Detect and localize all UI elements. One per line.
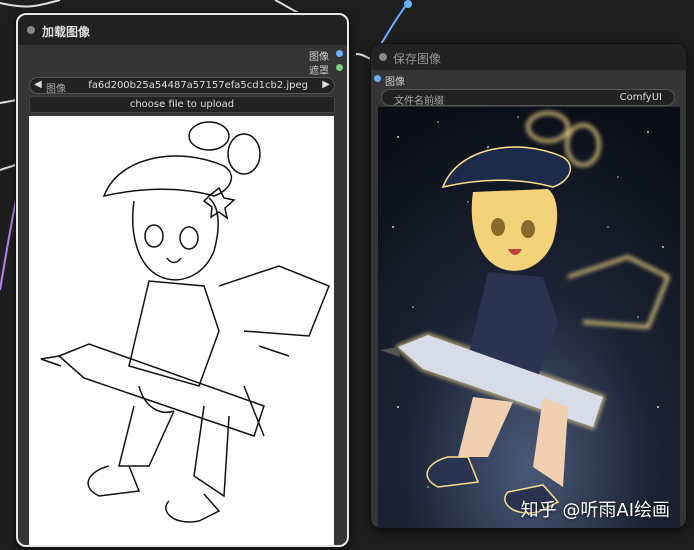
output-image-socket[interactable] — [336, 50, 343, 57]
filename-prefix-field[interactable]: 文件名前缀 ComfyUI — [381, 89, 675, 107]
output-image-label: 图像 — [309, 52, 329, 63]
rendered-illustration — [378, 107, 680, 528]
collapse-dot-icon[interactable] — [379, 53, 387, 61]
next-image-arrow-icon[interactable]: ▶ — [322, 79, 330, 90]
filename-prefix-value: ComfyUI — [619, 92, 662, 103]
wire-left-1 — [0, 99, 17, 104]
save-image-title: 保存图像 — [393, 52, 442, 66]
upload-button[interactable]: choose file to upload — [29, 96, 335, 113]
image-selector-label: 图像 — [46, 84, 66, 95]
wire-left-purple — [0, 199, 17, 291]
node-graph-canvas[interactable]: 加载图像 图像 遮罩 ◀ 图像 fa6d200b25a54487a57157ef… — [0, 0, 694, 550]
wire-top-left — [0, 0, 61, 8]
input-image-label: 图像 — [385, 77, 405, 88]
input-image-socket[interactable] — [374, 75, 381, 82]
output-mask-label: 遮罩 — [309, 66, 329, 77]
wire-blue-endpoint — [404, 0, 412, 8]
filename-prefix-label: 文件名前缀 — [394, 96, 444, 107]
watermark-text: 知乎 @听雨AI绘画 — [520, 500, 670, 521]
save-image-node[interactable]: 保存图像 图像 文件名前缀 ComfyUI 知乎 @听雨AI绘画 — [371, 44, 686, 528]
wire-blue-link — [380, 2, 409, 45]
output-mask-socket[interactable] — [336, 64, 343, 71]
load-image-title-bar[interactable]: 加载图像 — [18, 15, 347, 45]
image-selector-combo[interactable]: ◀ 图像 fa6d200b25a54487a57157efa5cd1cb2.jp… — [29, 77, 335, 95]
load-image-title: 加载图像 — [42, 25, 91, 39]
rendered-output-image: 知乎 @听雨AI绘画 — [378, 107, 680, 528]
wire-left-2 — [0, 164, 17, 171]
prev-image-arrow-icon[interactable]: ◀ — [34, 79, 42, 90]
line-art-preview-image — [29, 116, 334, 545]
line-art-drawing — [40, 121, 330, 523]
save-image-title-bar[interactable]: 保存图像 — [371, 44, 686, 70]
load-image-node[interactable]: 加载图像 图像 遮罩 ◀ 图像 fa6d200b25a54487a57157ef… — [16, 13, 349, 547]
collapse-dot-icon[interactable] — [27, 26, 35, 34]
image-selector-value: fa6d200b25a54487a57157efa5cd1cb2.jpeg — [88, 80, 308, 91]
